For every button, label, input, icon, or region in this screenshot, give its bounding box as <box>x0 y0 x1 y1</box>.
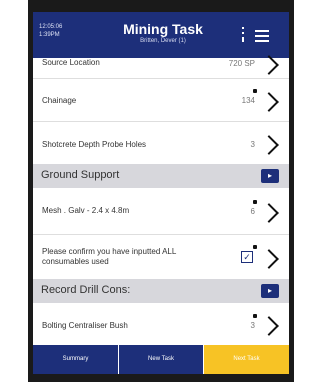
confirm-consumables-label: Please confirm you have inputted ALL con… <box>42 247 176 267</box>
source-location-value: 720 SP <box>228 59 255 68</box>
bolting-bush-value: 3 <box>250 321 255 330</box>
add-drill-cons-button[interactable]: ▸ <box>261 284 279 298</box>
chainage-label: Chainage <box>42 96 77 105</box>
section-header-drill-cons: Record Drill Cons: ▸ <box>33 279 289 303</box>
chevron-right-icon[interactable] <box>259 203 279 223</box>
summary-button[interactable]: Summary <box>33 345 118 374</box>
clock-time-secondary: 1:39PM <box>39 32 60 38</box>
app-screen: 12:05:06 1:39PM Mining Task Britten, Dev… <box>33 12 289 374</box>
chainage-value: 134 <box>241 96 255 105</box>
hamburger-menu-icon[interactable] <box>255 30 269 42</box>
list-item-confirm-consumables[interactable]: Please confirm you have inputted ALL con… <box>33 235 289 280</box>
chevron-right-icon[interactable] <box>259 92 279 112</box>
list-item-mesh[interactable]: Mesh . Galv - 2.4 x 4.8m 6 <box>33 188 289 235</box>
new-task-button[interactable]: New Task <box>119 345 203 374</box>
chevron-right-icon[interactable] <box>259 135 279 155</box>
list-item-source-location[interactable]: Source Location 720 SP <box>33 55 289 79</box>
add-ground-support-button[interactable]: ▸ <box>261 169 279 183</box>
shotcrete-depth-label: Shotcrete Depth Probe Holes <box>42 140 147 149</box>
source-location-label: Source Location <box>42 58 100 67</box>
section-header-ground-support: Ground Support ▸ <box>33 164 289 188</box>
dot-indicator-icon <box>253 200 257 204</box>
chevron-right-icon <box>259 55 279 75</box>
section-title: Ground Support <box>41 169 120 181</box>
bottom-action-bar: Summary New Task Next Task <box>33 345 289 374</box>
clock-time: 12:05:06 <box>39 24 63 30</box>
confirm-line-2: consumables used <box>42 257 109 266</box>
mesh-label: Mesh . Galv - 2.4 x 4.8m <box>42 206 130 215</box>
mesh-value: 6 <box>250 207 255 216</box>
list-item-chainage[interactable]: Chainage 134 <box>33 79 289 122</box>
page-subtitle: Britten, Dever (1) <box>140 38 186 44</box>
more-options-icon[interactable] <box>239 27 247 43</box>
dot-indicator-icon <box>253 89 257 93</box>
list-item-bolting-bush[interactable]: Bolting Centraliser Bush 3 <box>33 303 289 346</box>
bolting-bush-label: Bolting Centraliser Bush <box>42 321 128 330</box>
dot-indicator-icon <box>253 245 257 249</box>
dot-indicator-icon <box>253 314 257 318</box>
next-task-button[interactable]: Next Task <box>204 345 289 374</box>
device-frame: 12:05:06 1:39PM Mining Task Britten, Dev… <box>28 0 294 382</box>
section-title: Record Drill Cons: <box>41 284 131 296</box>
top-bar: 12:05:06 1:39PM Mining Task Britten, Dev… <box>33 12 289 58</box>
shotcrete-depth-value: 3 <box>250 140 255 149</box>
list-item-shotcrete-depth[interactable]: Shotcrete Depth Probe Holes 3 <box>33 122 289 165</box>
page-title: Mining Task <box>123 21 203 37</box>
chevron-right-icon[interactable] <box>259 249 279 269</box>
chevron-right-icon[interactable] <box>259 316 279 336</box>
title-block: Mining Task Britten, Dever (1) <box>93 21 233 46</box>
confirm-checkbox[interactable]: ✓ <box>241 251 253 263</box>
confirm-line-1: Please confirm you have inputted ALL <box>42 247 177 256</box>
clock: 12:05:06 1:39PM <box>39 23 62 39</box>
